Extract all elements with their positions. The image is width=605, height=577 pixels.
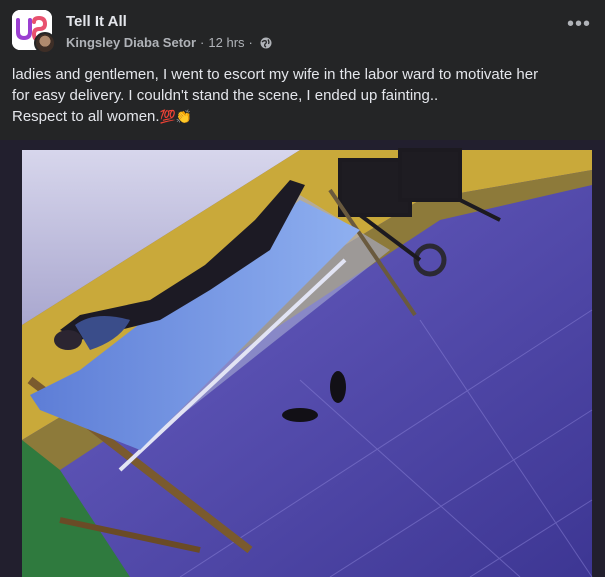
group-name-link[interactable]: Tell It All [66, 13, 272, 31]
post-text-line-3: Respect to all women.💯👏 [12, 106, 597, 127]
post-subline: Kingsley Diaba Setor · 12 hrs · [66, 35, 272, 51]
post-text: ladies and gentlemen, I went to escort m… [12, 64, 597, 127]
hundred-points-emoji: 💯 [159, 109, 176, 124]
author-name-link[interactable]: Kingsley Diaba Setor [66, 35, 196, 50]
author-avatar[interactable] [34, 32, 56, 54]
clapping-hands-emoji: 👏 [175, 109, 192, 124]
separator-dot-2: · [248, 35, 253, 50]
hospital-ward-photo [0, 140, 605, 577]
more-options-button[interactable]: ••• [565, 14, 593, 38]
post-meta: Tell It All Kingsley Diaba Setor · 12 hrs · [66, 13, 272, 51]
post-text-line-2: for easy delivery. I couldn't stand the … [12, 87, 439, 104]
avatar-stack[interactable] [12, 10, 56, 54]
post-timestamp[interactable]: 12 hrs [208, 35, 244, 50]
post-header: Tell It All Kingsley Diaba Setor · 12 hrs ·… [12, 10, 593, 58]
separator-dot: · [200, 35, 205, 50]
post-photo[interactable] [0, 140, 605, 577]
post-text-line-1: ladies and gentlemen, I went to escort m… [12, 66, 539, 83]
globe-icon [260, 37, 272, 49]
feed-post: Tell It All Kingsley Diaba Setor · 12 hrs ·… [0, 0, 605, 577]
post-text-line-3-content: Respect to all women. [12, 108, 160, 125]
